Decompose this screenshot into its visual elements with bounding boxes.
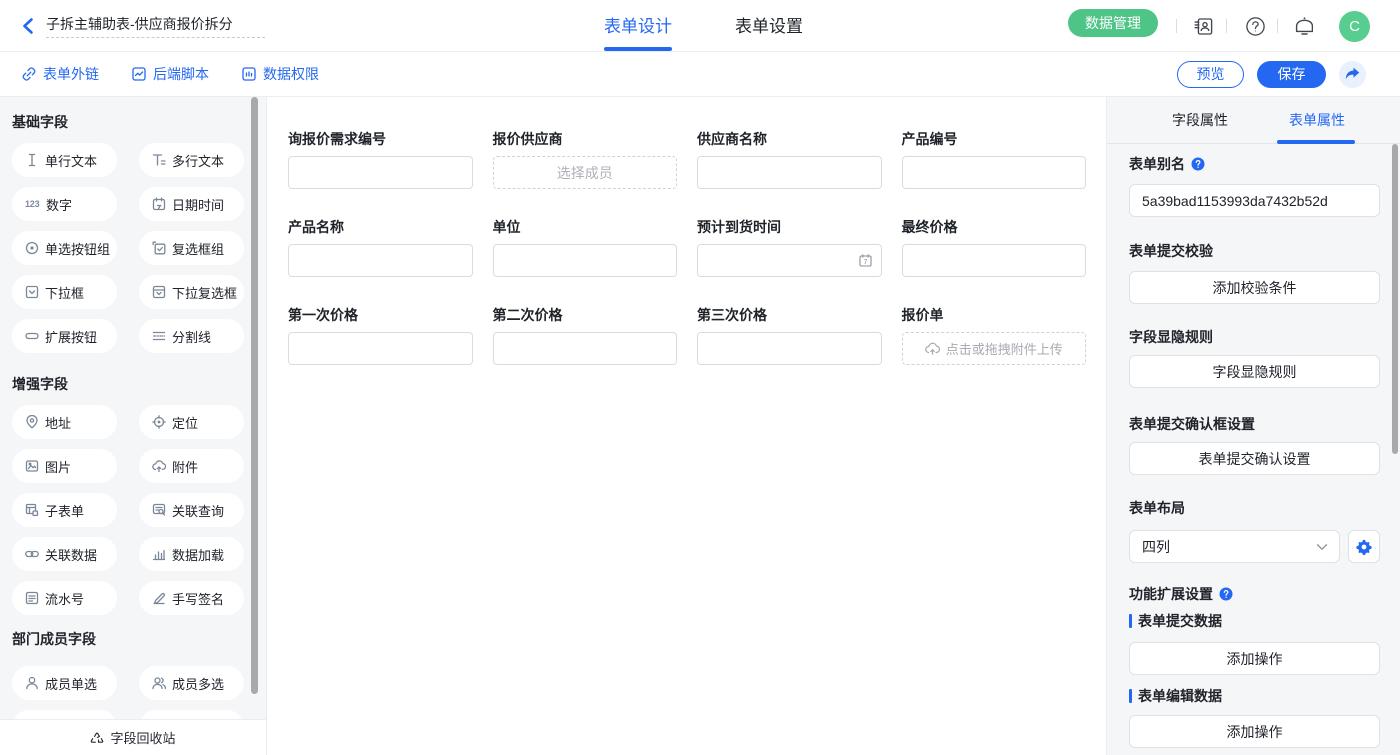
svg-text:7: 7 [863,259,867,266]
